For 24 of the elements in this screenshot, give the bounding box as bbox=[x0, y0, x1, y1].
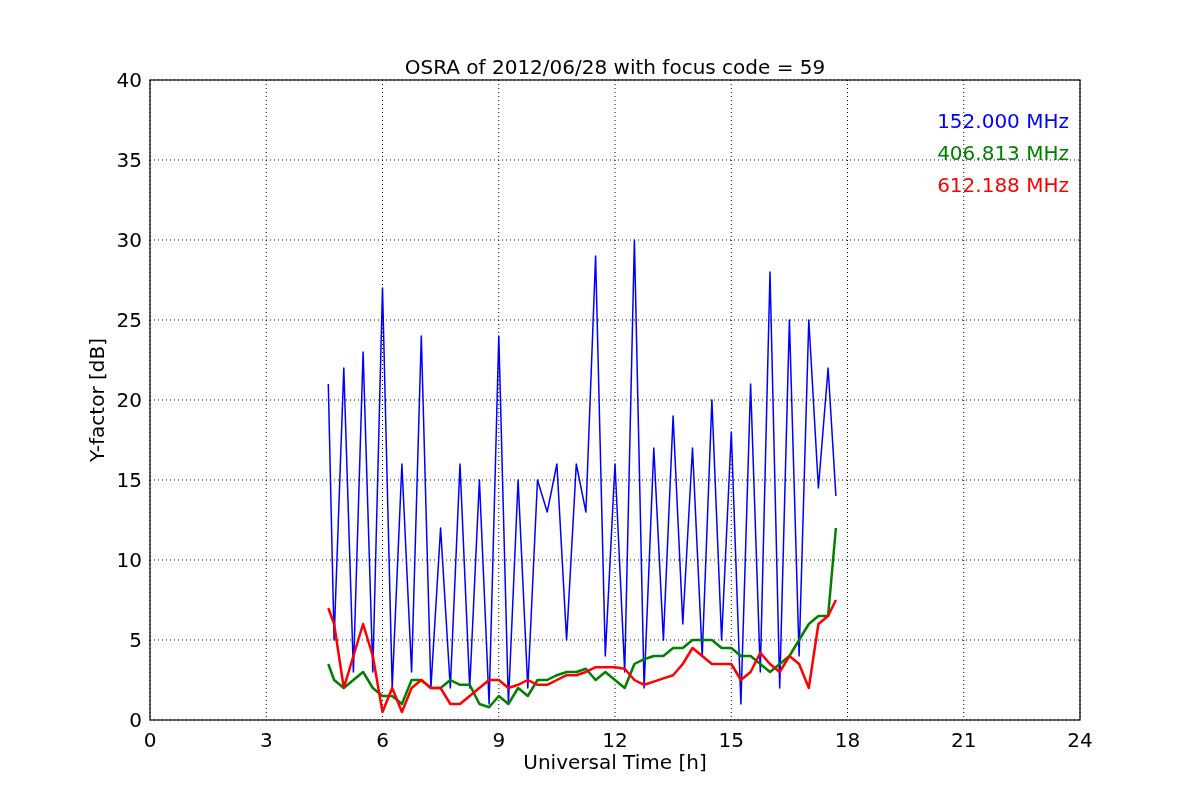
y-tick-label: 40 bbox=[116, 68, 142, 92]
y-tick-label: 25 bbox=[116, 308, 142, 332]
x-tick-label: 12 bbox=[602, 728, 628, 752]
x-tick-label: 6 bbox=[376, 728, 389, 752]
y-tick-label: 30 bbox=[116, 228, 142, 252]
x-tick-label: 24 bbox=[1067, 728, 1093, 752]
legend-label: 612.188 MHz bbox=[937, 173, 1069, 197]
y-tick-label: 15 bbox=[116, 468, 142, 492]
y-tick-label: 20 bbox=[116, 388, 142, 412]
x-tick-label: 0 bbox=[143, 728, 157, 752]
x-tick-label: 9 bbox=[492, 728, 506, 752]
x-tick-label: 18 bbox=[834, 728, 861, 752]
legend-label: 152.000 MHz bbox=[937, 109, 1069, 133]
y-tick-label: 10 bbox=[116, 548, 142, 572]
x-tick-label: 3 bbox=[259, 728, 273, 752]
x-tick-label: 15 bbox=[718, 728, 744, 752]
y-axis-label: Y-factor [dB] bbox=[85, 338, 109, 462]
y-tick-label: 5 bbox=[129, 628, 142, 652]
x-tick-label: 21 bbox=[951, 728, 977, 752]
y-tick-label: 35 bbox=[116, 148, 142, 172]
legend-label: 406.813 MHz bbox=[937, 141, 1069, 165]
chart-title: OSRA of 2012/06/28 with focus code = 59 bbox=[404, 55, 826, 79]
y-tick-label: 0 bbox=[129, 708, 142, 732]
x-axis-label: Universal Time [h] bbox=[523, 750, 707, 774]
